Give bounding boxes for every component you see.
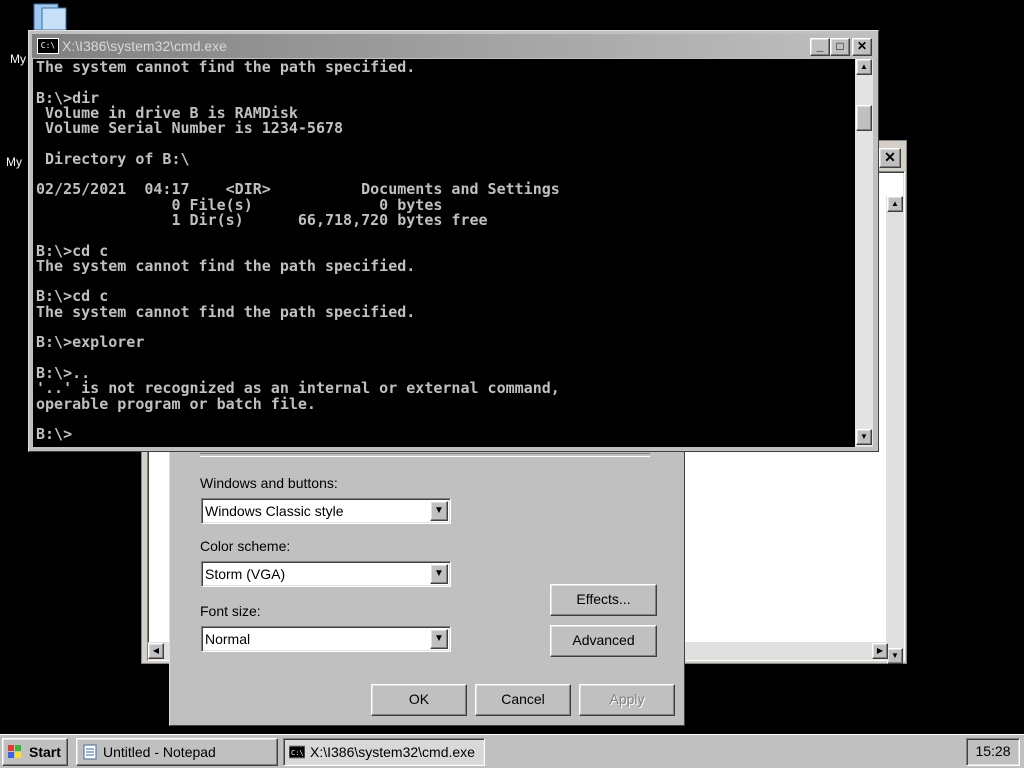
font-size-value: Normal bbox=[205, 631, 251, 647]
effects-button[interactable]: Effects... bbox=[550, 584, 657, 616]
cancel-button[interactable]: Cancel bbox=[475, 684, 571, 716]
system-clock[interactable]: 15:28 bbox=[966, 738, 1020, 766]
font-size-select[interactable]: Normal ▼ bbox=[201, 626, 451, 652]
taskbar: Start Untitled - Notepad C:\ X:\I386\sys… bbox=[0, 734, 1024, 768]
scroll-up-button[interactable]: ▲ bbox=[887, 196, 903, 212]
dropdown-button[interactable]: ▼ bbox=[430, 629, 448, 649]
console-icon: C:\ bbox=[289, 745, 305, 759]
arrow-right-icon: ▶ bbox=[876, 646, 884, 655]
preview-frame-edge bbox=[200, 453, 650, 457]
close-icon: ✕ bbox=[856, 39, 868, 53]
console-line: The system cannot find the path specifie… bbox=[36, 256, 416, 275]
chevron-down-icon: ▼ bbox=[434, 568, 444, 579]
color-scheme-label: Color scheme: bbox=[200, 538, 291, 554]
taskbar-item-notepad[interactable]: Untitled - Notepad bbox=[76, 738, 278, 766]
desktop-icon-label[interactable]: My bbox=[10, 52, 26, 66]
minimize-icon: _ bbox=[816, 39, 824, 53]
console-icon[interactable]: C:\ bbox=[37, 38, 59, 54]
advanced-button[interactable]: Advanced bbox=[550, 625, 657, 657]
font-size-label: Font size: bbox=[200, 603, 261, 619]
console-line: B:\>explorer bbox=[36, 333, 145, 352]
task-label: Untitled - Notepad bbox=[103, 744, 216, 760]
windows-buttons-select[interactable]: Windows Classic style ▼ bbox=[201, 498, 451, 524]
minimize-button[interactable]: _ bbox=[810, 38, 830, 56]
windows-logo-icon bbox=[8, 745, 21, 758]
svg-text:C:\: C:\ bbox=[291, 749, 304, 757]
chevron-down-icon: ▼ bbox=[434, 505, 444, 516]
vertical-scrollbar[interactable]: ▲ ▼ bbox=[886, 196, 904, 664]
console-line: B:\> bbox=[36, 425, 73, 444]
console-line: Volume Serial Number is 1234-5678 bbox=[36, 119, 344, 138]
dropdown-button[interactable]: ▼ bbox=[430, 564, 448, 584]
ok-button[interactable]: OK bbox=[371, 684, 467, 716]
console-line: 1 Dir(s) 66,718,720 bytes free bbox=[36, 210, 488, 229]
cmd-window[interactable]: C:\ X:\I386\system32\cmd.exe _ □ ✕ The s… bbox=[28, 30, 879, 452]
arrow-up-icon: ▲ bbox=[891, 199, 899, 208]
my-documents-icon[interactable] bbox=[32, 2, 68, 32]
scroll-down-button[interactable]: ▼ bbox=[856, 429, 872, 445]
notepad-icon bbox=[83, 744, 97, 760]
close-button[interactable]: ✕ bbox=[879, 148, 901, 168]
scroll-down-button[interactable]: ▼ bbox=[887, 648, 903, 664]
desktop-icon-label[interactable]: My bbox=[6, 155, 22, 169]
maximize-icon: □ bbox=[836, 39, 844, 53]
arrow-up-icon: ▲ bbox=[860, 62, 868, 71]
scroll-up-button[interactable]: ▲ bbox=[856, 59, 872, 75]
start-label: Start bbox=[29, 744, 61, 760]
scroll-left-button[interactable]: ◀ bbox=[148, 643, 164, 659]
close-button[interactable]: ✕ bbox=[852, 38, 872, 56]
dropdown-button[interactable]: ▼ bbox=[430, 501, 448, 521]
console-line: operable program or batch file. bbox=[36, 394, 316, 413]
vertical-scrollbar[interactable]: ▲ ▼ bbox=[855, 59, 873, 447]
start-button[interactable]: Start bbox=[2, 738, 68, 766]
title-bar[interactable]: C:\ X:\I386\system32\cmd.exe _ □ ✕ bbox=[32, 34, 875, 58]
console-output[interactable]: The system cannot find the path specifie… bbox=[33, 59, 855, 447]
console-line: Directory of B:\ bbox=[36, 149, 190, 168]
window-title: X:\I386\system32\cmd.exe bbox=[62, 38, 227, 54]
arrow-down-icon: ▼ bbox=[860, 432, 868, 441]
windows-buttons-value: Windows Classic style bbox=[205, 503, 344, 519]
apply-button[interactable]: Apply bbox=[579, 684, 675, 716]
close-icon: ✕ bbox=[884, 149, 896, 165]
chevron-down-icon: ▼ bbox=[434, 633, 444, 644]
arrow-left-icon: ◀ bbox=[152, 646, 160, 655]
console-line: The system cannot find the path specifie… bbox=[36, 59, 416, 76]
arrow-down-icon: ▼ bbox=[891, 651, 899, 660]
windows-buttons-label: Windows and buttons: bbox=[200, 475, 338, 491]
scroll-thumb[interactable] bbox=[856, 105, 872, 131]
display-properties-dialog: Windows and buttons: Windows Classic sty… bbox=[169, 440, 685, 726]
console-line: The system cannot find the path specifie… bbox=[36, 302, 416, 321]
color-scheme-value: Storm (VGA) bbox=[205, 566, 286, 582]
task-label: X:\I386\system32\cmd.exe bbox=[310, 744, 475, 760]
taskbar-item-cmd[interactable]: C:\ X:\I386\system32\cmd.exe bbox=[283, 738, 485, 766]
color-scheme-select[interactable]: Storm (VGA) ▼ bbox=[201, 561, 451, 587]
maximize-button[interactable]: □ bbox=[830, 38, 850, 56]
scroll-right-button[interactable]: ▶ bbox=[872, 643, 888, 659]
